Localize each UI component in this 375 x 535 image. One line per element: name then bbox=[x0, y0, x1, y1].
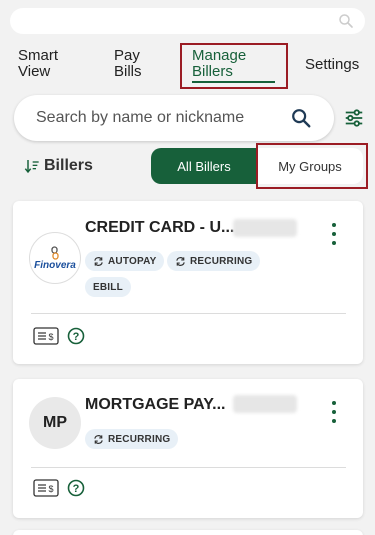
svg-text:$: $ bbox=[49, 484, 54, 494]
tab-settings[interactable]: Settings bbox=[305, 57, 359, 73]
sort-icon bbox=[24, 160, 39, 174]
autopay-badge: AUTOPAY bbox=[85, 251, 165, 271]
biller-logo-text: Finovera bbox=[34, 259, 76, 271]
bill-icon[interactable]: $ bbox=[33, 479, 59, 497]
tab-pay-bills[interactable]: Pay Bills bbox=[114, 48, 164, 80]
recurring-badge: RECURRING bbox=[167, 251, 261, 271]
recurring-badge: RECURRING bbox=[85, 429, 179, 449]
ebill-badge: EBILL bbox=[85, 277, 131, 297]
search-icon[interactable] bbox=[337, 12, 355, 30]
tab-smart-view[interactable]: Smart View bbox=[18, 48, 78, 80]
svg-text:$: $ bbox=[49, 332, 54, 342]
all-billers-button[interactable]: All Billers bbox=[151, 148, 257, 184]
billers-heading: Billers bbox=[44, 157, 93, 174]
search-icon[interactable] bbox=[290, 107, 312, 129]
divider bbox=[31, 313, 346, 314]
biller-card[interactable]: Finovera CREDIT CARD - U... AUTOPAY RECU… bbox=[13, 201, 363, 364]
chip-label: RECURRING bbox=[190, 255, 253, 267]
refresh-icon bbox=[94, 434, 103, 444]
biller-name: CREDIT CARD - U... bbox=[85, 219, 235, 236]
refresh-icon bbox=[94, 256, 103, 266]
chip-label: AUTOPAY bbox=[108, 255, 157, 267]
divider bbox=[31, 467, 346, 468]
svg-text:?: ? bbox=[73, 483, 80, 495]
highlight-box-my-groups bbox=[256, 143, 368, 189]
redacted-account bbox=[233, 395, 297, 413]
biller-search bbox=[14, 95, 334, 141]
more-options-icon[interactable] bbox=[331, 223, 337, 245]
filter-icon[interactable] bbox=[343, 107, 365, 129]
biller-card[interactable] bbox=[13, 530, 363, 535]
refresh-icon bbox=[176, 256, 185, 266]
chip-label: EBILL bbox=[93, 281, 123, 293]
highlight-box-manage-billers bbox=[180, 43, 288, 89]
help-icon[interactable]: ? bbox=[67, 327, 85, 345]
billers-sort[interactable]: Billers bbox=[24, 155, 93, 177]
chip-label: RECURRING bbox=[108, 433, 171, 445]
biller-logo: Finovera bbox=[29, 232, 81, 284]
biller-avatar: MP bbox=[29, 397, 81, 449]
top-search-bar[interactable] bbox=[10, 8, 365, 34]
svg-text:?: ? bbox=[73, 331, 80, 343]
search-input[interactable] bbox=[36, 95, 286, 141]
chain-link-icon bbox=[51, 245, 59, 260]
help-icon[interactable]: ? bbox=[67, 479, 85, 497]
biller-card[interactable]: MP MORTGAGE PAY... RECURRING $ ? bbox=[13, 379, 363, 518]
redacted-account bbox=[233, 219, 297, 237]
bill-icon[interactable]: $ bbox=[33, 327, 59, 345]
biller-name: MORTGAGE PAY... bbox=[85, 396, 226, 413]
more-options-icon[interactable] bbox=[331, 401, 337, 423]
